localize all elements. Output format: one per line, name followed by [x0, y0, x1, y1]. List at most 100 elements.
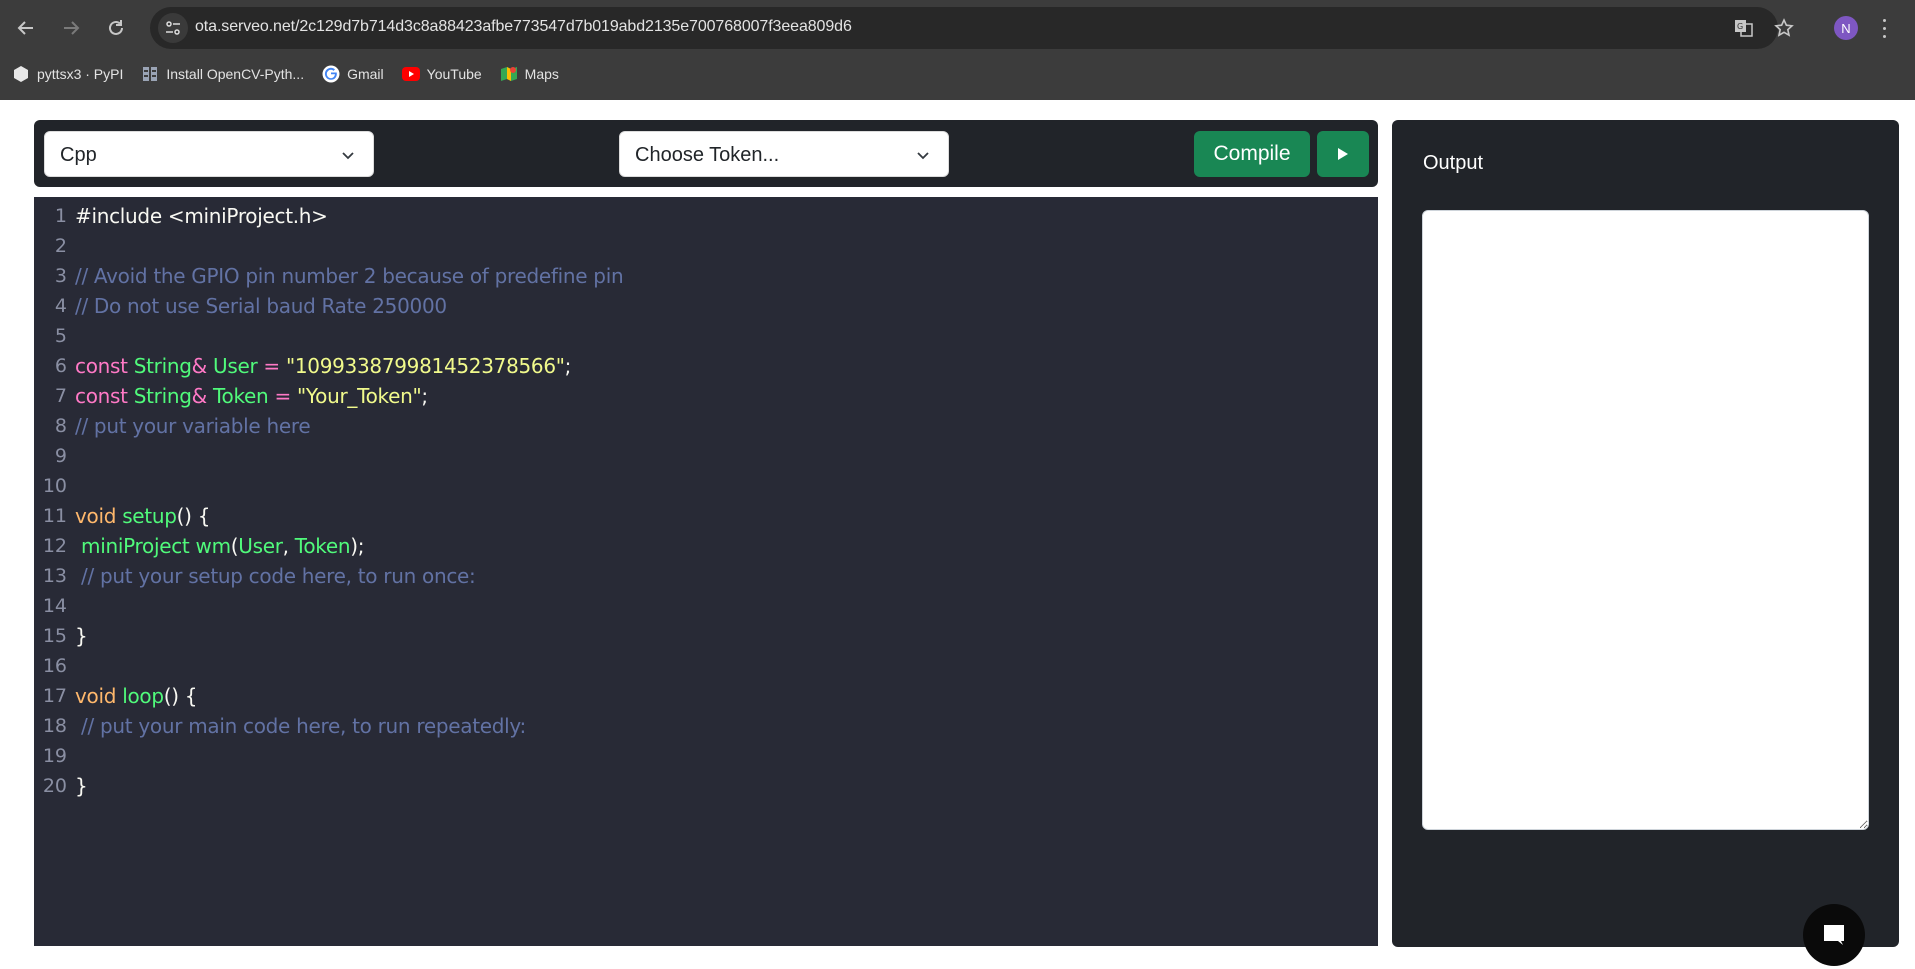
code-line[interactable]: 15}: [34, 621, 1378, 651]
code-line[interactable]: 19: [34, 741, 1378, 771]
bookmark-label: Gmail: [347, 66, 384, 82]
back-button[interactable]: [10, 12, 42, 44]
code-token-keyword: const: [75, 384, 134, 408]
code-line[interactable]: 14: [34, 591, 1378, 621]
code-line[interactable]: 8 // put your variable here: [34, 411, 1378, 441]
profile-avatar[interactable]: N: [1834, 16, 1858, 40]
line-number: 13: [42, 565, 67, 587]
code-token-string: "109933879981452378566": [285, 354, 565, 378]
line-number: 1: [54, 205, 67, 227]
code-token-plain: () {: [163, 684, 198, 708]
menu-dot: [1882, 26, 1886, 30]
chevron-down-icon: [917, 152, 929, 160]
code-token-comment: // put your variable here: [75, 414, 311, 438]
code-text: }: [75, 774, 88, 798]
code-text: }: [75, 624, 88, 648]
code-token-plain: ;: [421, 384, 428, 408]
code-token-plain: () {: [176, 504, 211, 528]
code-line[interactable]: 18 // put your main code here, to run re…: [34, 711, 1378, 741]
line-number: 9: [54, 445, 67, 467]
translate-button[interactable]: G: [1732, 16, 1756, 40]
line-number: 19: [42, 745, 67, 767]
output-title: Output: [1423, 152, 1484, 174]
code-token-void: void: [75, 504, 123, 528]
line-number: 7: [54, 385, 67, 407]
code-line[interactable]: 16: [34, 651, 1378, 681]
token-select[interactable]: Choose Token...: [619, 131, 949, 177]
code-token-type: Token: [212, 384, 269, 408]
code-editor[interactable]: 1 #include <miniProject.h> 2 3 // Avoid the …: [34, 197, 1378, 946]
reload-icon: [109, 20, 123, 35]
reload-button[interactable]: [100, 12, 132, 44]
code-token-plain: ;: [564, 354, 572, 378]
play-icon: [1338, 148, 1348, 160]
code-line[interactable]: 1 #include <miniProject.h>: [34, 201, 1378, 231]
code-line[interactable]: 17 void loop() {: [34, 681, 1378, 711]
code-token-comment: // Avoid the GPIO pin number 2 because o…: [75, 264, 624, 288]
code-token-plain: ,: [282, 534, 295, 558]
code-token-type: Token: [294, 534, 351, 558]
site-info-button[interactable]: [158, 13, 188, 43]
arrow-left-icon: [17, 21, 33, 35]
browser-chrome: ota.serveo.net/2c129d7b714d3c8a88423afbe…: [0, 0, 1915, 100]
code-line[interactable]: 12 miniProject wm(User, Token);: [34, 531, 1378, 561]
code-text: void loop() {: [75, 684, 198, 708]
code-line[interactable]: 5: [34, 321, 1378, 351]
url-text[interactable]: ota.serveo.net/2c129d7b714d3c8a88423afbe…: [195, 18, 852, 36]
bookmark-gmail[interactable]: Gmail: [322, 65, 384, 83]
line-number: 20: [42, 775, 67, 797]
code-token-keyword: =: [268, 384, 297, 408]
language-select[interactable]: Cpp: [44, 131, 374, 177]
code-line[interactable]: 2: [34, 231, 1378, 261]
output-textarea[interactable]: [1422, 210, 1869, 830]
code-token-plain: }: [75, 774, 88, 798]
code-text: // Do not use Serial baud Rate 250000: [75, 294, 447, 318]
chat-widget-button[interactable]: [1803, 904, 1865, 966]
bookmark-opencv[interactable]: Install OpenCV-Pyth...: [141, 65, 304, 83]
code-line[interactable]: 20}: [34, 771, 1378, 801]
menu-dot: [1882, 18, 1886, 22]
bookmark-star-button[interactable]: [1772, 16, 1796, 40]
code-token-fn: loop: [122, 684, 164, 708]
code-line[interactable]: 9: [34, 441, 1378, 471]
code-line[interactable]: 10: [34, 471, 1378, 501]
run-button[interactable]: [1317, 131, 1369, 177]
bookmarks-bar: pyttsx3 · PyPI Install OpenCV-Pyth... Gm…: [0, 60, 577, 88]
bookmark-youtube[interactable]: YouTube: [401, 65, 482, 83]
browser-menu-button[interactable]: [1878, 16, 1890, 40]
code-line[interactable]: 13 // put your setup code here, to run o…: [34, 561, 1378, 591]
opencv-doc-icon: [141, 65, 159, 83]
line-number: 6: [54, 355, 67, 377]
line-number: 18: [42, 715, 67, 737]
language-select-value: Cpp: [60, 144, 97, 166]
code-text: miniProject wm(User, Token);: [75, 534, 364, 558]
forward-button[interactable]: [55, 12, 87, 44]
code-token-plain: #include <miniProject.h>: [75, 204, 328, 228]
line-number: 10: [42, 475, 67, 497]
code-line[interactable]: 11 void setup() {: [34, 501, 1378, 531]
code-token-type: String: [133, 384, 192, 408]
svg-text:G: G: [1737, 22, 1743, 31]
compile-button[interactable]: Compile: [1194, 131, 1310, 177]
code-line[interactable]: 3 // Avoid the GPIO pin number 2 because …: [34, 261, 1378, 291]
star-icon: [1774, 18, 1794, 37]
line-number: 16: [42, 655, 67, 677]
code-token-fn: miniProject wm: [75, 534, 231, 558]
code-text: const String& User = "109933879981452378…: [75, 354, 571, 378]
menu-dot: [1882, 34, 1886, 38]
code-line[interactable]: 7 const String& Token = "Your_Token";: [34, 381, 1378, 411]
code-text: // put your setup code here, to run once…: [75, 564, 476, 588]
bookmark-pypi[interactable]: pyttsx3 · PyPI: [12, 65, 123, 83]
line-number: 5: [54, 325, 67, 347]
line-number: 14: [42, 595, 67, 617]
code-token-comment: // put your setup code here, to run once…: [75, 564, 476, 588]
bookmark-label: pyttsx3 · PyPI: [37, 66, 124, 82]
code-text: // put your main code here, to run repea…: [75, 714, 526, 738]
bookmark-maps[interactable]: Maps: [500, 65, 559, 83]
code-line[interactable]: 4 // Do not use Serial baud Rate 250000: [34, 291, 1378, 321]
address-bar[interactable]: ota.serveo.net/2c129d7b714d3c8a88423afbe…: [150, 7, 1794, 49]
code-token-comment: // put your main code here, to run repea…: [75, 714, 526, 738]
output-panel: Output: [1392, 120, 1899, 947]
code-line[interactable]: 6 const String& User = "10993387998145237…: [34, 351, 1378, 381]
code-text: // put your variable here: [75, 414, 311, 438]
